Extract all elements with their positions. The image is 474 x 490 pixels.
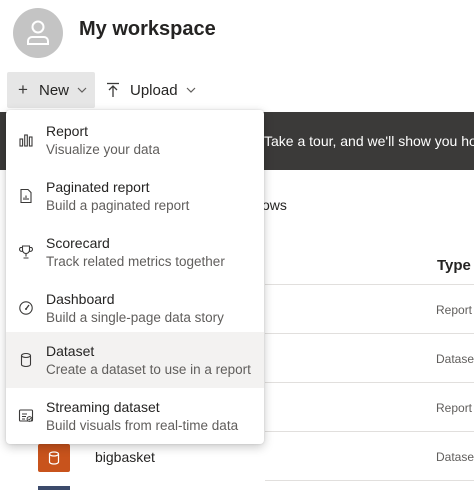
row-divider [265,333,474,334]
menu-item-title: Scorecard [46,235,110,251]
database-icon [48,451,60,465]
row-divider [265,431,474,432]
menu-item-streaming-dataset[interactable]: Streaming dataset Build visuals from rea… [6,388,264,444]
chevron-down-icon [77,87,87,93]
menu-item-scorecard[interactable]: Scorecard Track related metrics together [6,224,264,280]
menu-item-title: Paginated report [46,179,150,195]
menu-item-paginated-report[interactable]: Paginated report Build a paginated repor… [6,168,264,224]
workspace-header: My workspace [0,0,474,62]
plus-icon: + [18,80,28,99]
row-divider [265,284,474,285]
paginated-report-icon [20,188,32,204]
new-button[interactable]: + New [7,72,95,108]
upload-icon [107,82,119,97]
row-type-cell: Dataset [436,450,474,464]
row-type-cell: Report [436,303,473,317]
menu-item-report[interactable]: Report Visualize your data [6,112,264,168]
gauge-icon [19,301,33,315]
person-icon [27,20,49,45]
new-item-menu: Report Visualize your data Paginated rep… [6,110,264,444]
database-icon [20,352,32,368]
streaming-dataset-icon [18,409,34,422]
list-caption-fragment: ows [262,197,287,213]
menu-item-title: Report [46,123,89,139]
chevron-down-icon [186,87,195,93]
menu-item-description: Track related metrics together [46,254,225,269]
menu-item-description: Build a single-page data story [46,310,224,325]
list-item-icon-partial [38,486,70,490]
menu-item-description: Build visuals from real-time data [46,418,239,433]
dataset-item-icon [38,444,70,472]
menu-item-description: Visualize your data [46,142,160,157]
toolbar: + New Upload [0,72,474,108]
new-button-label: New [39,81,70,99]
row-type-cell: Dataset [436,352,474,366]
menu-item-description: Create a dataset to use in a report [46,362,251,377]
upload-button-label: Upload [130,81,178,99]
tour-banner-text: Take a tour, and we'll show you how [264,133,474,149]
workspace-avatar [13,8,63,58]
menu-item-dataset[interactable]: Dataset Create a dataset to use in a rep… [6,332,264,388]
menu-item-title: Streaming dataset [46,399,160,415]
menu-item-description: Build a paginated report [46,198,190,213]
page-title: My workspace [79,18,216,40]
menu-item-title: Dataset [46,343,95,359]
trophy-icon [19,245,33,259]
row-type-cell: Report [436,401,473,415]
row-divider [265,382,474,383]
list-item-name[interactable]: bigbasket [95,449,155,465]
upload-button[interactable]: Upload [104,72,196,108]
bar-chart-icon [19,134,33,147]
menu-item-dashboard[interactable]: Dashboard Build a single-page data story [6,280,264,336]
column-header-type[interactable]: Type [437,257,471,274]
menu-item-title: Dashboard [46,291,115,307]
row-divider [265,480,474,481]
